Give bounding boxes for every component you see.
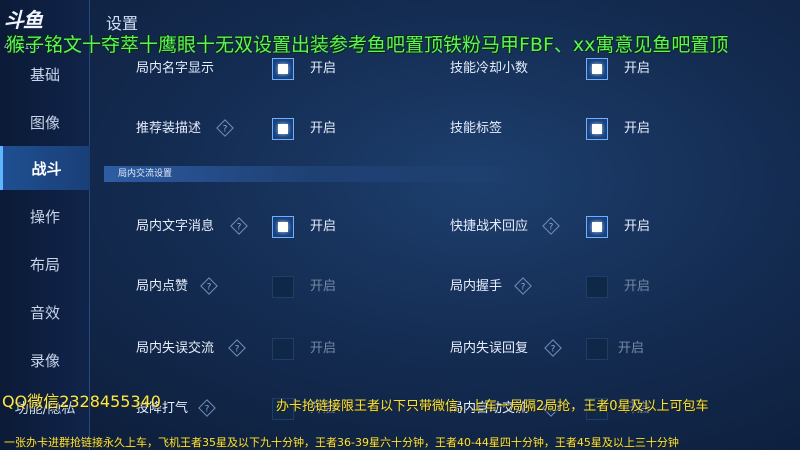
setting-checkbox[interactable]	[272, 58, 294, 80]
stream-overlay-banner: 猴子铭文十夺萃十鹰眼十无双设置出装参考鱼吧置顶铁粉马甲FBF、xx寓意见鱼吧置顶	[6, 34, 729, 56]
help-icon[interactable]: ?	[200, 277, 218, 295]
help-icon[interactable]: ?	[514, 277, 532, 295]
setting-label: 推荐装描述	[136, 121, 202, 136]
setting-checkbox[interactable]	[272, 338, 294, 360]
setting-label: 局内名字显示	[136, 61, 215, 76]
check-icon	[592, 222, 602, 232]
svg-text:?: ?	[205, 405, 210, 415]
stream-overlay-ticker: 一张办卡进群抢链接永久上车，飞机王者35星及以下九十分钟，王者36-39星六十分…	[4, 436, 679, 449]
setting-checkbox[interactable]	[586, 338, 608, 360]
setting-checkbox[interactable]	[586, 118, 608, 140]
setting-label: 技能标签	[450, 121, 503, 136]
section-header: 局内交流设置	[104, 166, 800, 182]
setting-label: 快捷战术回应	[450, 219, 529, 234]
setting-checkbox[interactable]	[272, 276, 294, 298]
svg-text:?: ?	[235, 345, 240, 355]
setting-state: 开启	[618, 341, 645, 356]
check-icon	[592, 124, 602, 134]
svg-text:?: ?	[549, 223, 554, 233]
stream-overlay-contact: QQ微信2328455340	[2, 392, 161, 411]
help-icon[interactable]: ?	[544, 339, 562, 357]
help-icon[interactable]: ?	[216, 119, 234, 137]
svg-text:?: ?	[237, 223, 242, 233]
sidebar-item-sound[interactable]: 音效	[0, 290, 90, 334]
sidebar: 斗鱼 4823163 基础 图像 战斗 操作 布局 音效 录像 功能/隐私	[0, 0, 90, 450]
setting-label: 局内失误回复	[450, 341, 529, 356]
help-icon[interactable]: ?	[228, 339, 246, 357]
stream-overlay-notice: 办卡抢链接限王者以下只带微信，上车一局隔2局抢，王者0星及以上可包车	[276, 399, 709, 414]
help-icon[interactable]: ?	[542, 217, 560, 235]
help-icon[interactable]: ?	[230, 217, 248, 235]
setting-label: 技能冷却小数	[450, 61, 529, 76]
setting-label: 局内点赞	[136, 279, 189, 294]
setting-checkbox[interactable]	[272, 118, 294, 140]
check-icon	[278, 124, 288, 134]
setting-state: 开启	[310, 61, 337, 76]
setting-checkbox[interactable]	[272, 216, 294, 238]
check-icon	[592, 64, 602, 74]
setting-state: 开启	[624, 279, 651, 294]
check-icon	[278, 64, 288, 74]
setting-checkbox[interactable]	[586, 276, 608, 298]
help-icon[interactable]: ?	[198, 399, 216, 417]
check-icon	[278, 222, 288, 232]
setting-state: 开启	[310, 279, 337, 294]
svg-text:?: ?	[521, 283, 526, 293]
sidebar-item-basic[interactable]: 基础	[0, 52, 90, 96]
sidebar-item-layout[interactable]: 布局	[0, 242, 90, 286]
setting-state: 开启	[624, 61, 651, 76]
sidebar-item-replay[interactable]: 录像	[0, 338, 90, 382]
setting-checkbox[interactable]	[586, 58, 608, 80]
setting-label: 局内失误交流	[136, 341, 215, 356]
sidebar-item-graphics[interactable]: 图像	[0, 100, 90, 144]
setting-state: 开启	[310, 341, 337, 356]
setting-checkbox[interactable]	[586, 216, 608, 238]
svg-text:?: ?	[223, 125, 228, 135]
sidebar-item-controls[interactable]: 操作	[0, 194, 90, 238]
setting-state: 开启	[310, 121, 337, 136]
douyu-logo: 斗鱼	[4, 8, 43, 32]
setting-label: 局内握手	[450, 279, 503, 294]
setting-state: 开启	[624, 219, 651, 234]
setting-state: 开启	[624, 121, 651, 136]
setting-state: 开启	[310, 219, 337, 234]
sidebar-item-battle[interactable]: 战斗	[0, 146, 90, 190]
svg-text:?: ?	[551, 345, 556, 355]
setting-label: 局内文字消息	[136, 219, 215, 234]
svg-text:?: ?	[207, 283, 212, 293]
